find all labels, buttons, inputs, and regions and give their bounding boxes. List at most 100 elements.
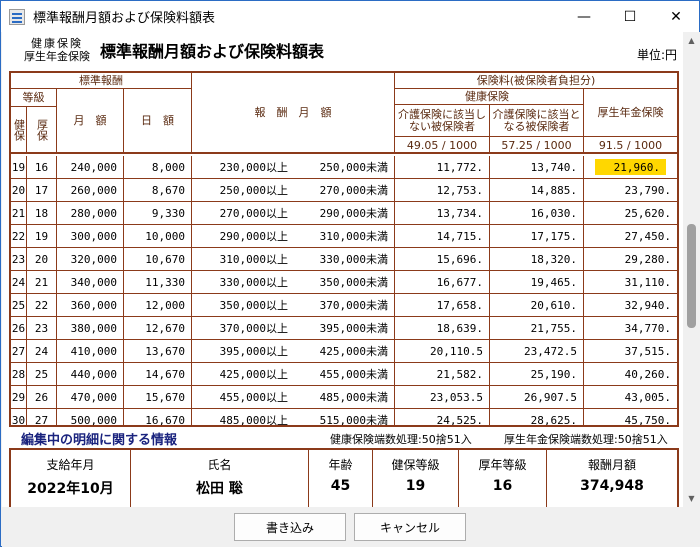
table-row[interactable]: 25 22 360,000 12,000 350,000以上 370,000未満 17,65… bbox=[11, 294, 677, 317]
table-row[interactable]: 19 16 240,000 8,000 230,000以上 250,000未満 11,772… bbox=[11, 156, 677, 179]
cell-ak: 27 bbox=[27, 409, 57, 425]
insurance-type-label: 健康保険 厚生年金保険 bbox=[24, 37, 90, 63]
cell-daily: 12,670 bbox=[124, 317, 192, 339]
cell-kg: 25 bbox=[11, 294, 27, 316]
cell-h2: 26,907.5 bbox=[490, 386, 584, 408]
scroll-down-icon[interactable]: ▼ bbox=[683, 490, 700, 507]
cell-remuneration-range: 425,000以上 455,000未満 bbox=[192, 363, 395, 385]
cell-remuneration-range: 370,000以上 395,000未満 bbox=[192, 317, 395, 339]
range-lower: 455,000 bbox=[219, 391, 266, 404]
range-below-label: 未満 bbox=[366, 184, 388, 197]
header-pension-grade-text: 厚保 bbox=[35, 119, 49, 141]
table-row[interactable]: 29 26 470,000 15,670 455,000以上 485,000未満 23,05… bbox=[11, 386, 677, 409]
range-below-label: 未満 bbox=[366, 368, 388, 381]
range-upper: 455,000 bbox=[319, 368, 366, 381]
cell-kg: 26 bbox=[11, 317, 27, 339]
close-icon[interactable]: ✕ bbox=[653, 1, 699, 32]
title-bar[interactable]: 標準報酬月額および保険料額表 — ☐ ✕ bbox=[1, 1, 699, 32]
table-row[interactable]: 20 17 260,000 8,670 250,000以上 270,000未満 12,753… bbox=[11, 179, 677, 202]
cell-daily: 9,330 bbox=[124, 202, 192, 224]
table-row[interactable]: 26 23 380,000 12,670 370,000以上 395,000未満 18,63… bbox=[11, 317, 677, 340]
table-row[interactable]: 27 24 410,000 13,670 395,000以上 425,000未満 20,11… bbox=[11, 340, 677, 363]
range-below-label: 未満 bbox=[366, 207, 388, 220]
cell-p: 29,280. bbox=[624, 252, 671, 266]
cell-monthly: 340,000 bbox=[57, 271, 124, 293]
rate-health-1: 49.05 / 1000 bbox=[395, 137, 490, 154]
cell-h1: 17,658. bbox=[395, 294, 490, 316]
rate-pension: 91.5 / 1000 bbox=[598, 138, 663, 152]
range-above-label: 以上 bbox=[266, 299, 288, 312]
scroll-thumb[interactable] bbox=[687, 224, 696, 328]
cell-p: 31,110. bbox=[624, 275, 671, 289]
cell-h2: 13,740. bbox=[490, 156, 584, 178]
table-row[interactable]: 21 18 280,000 9,330 270,000以上 290,000未満 13,734… bbox=[11, 202, 677, 225]
cell-h1: 15,696. bbox=[395, 248, 490, 270]
cell-h1: 18,639. bbox=[395, 317, 490, 339]
range-lower-group: 425,000以上 bbox=[220, 366, 288, 382]
pension-rounding-rule: 厚生年金保険端数処理:50捨51入 bbox=[504, 433, 668, 446]
range-below-label: 未満 bbox=[366, 161, 388, 174]
range-upper: 270,000 bbox=[319, 184, 366, 197]
cell-remuneration-range: 330,000以上 350,000未満 bbox=[192, 271, 395, 293]
vertical-scrollbar[interactable]: ▲ ▼ bbox=[683, 32, 700, 507]
cell-ak: 16 bbox=[27, 156, 57, 178]
range-lower-group: 370,000以上 bbox=[220, 320, 288, 336]
range-below-label: 未満 bbox=[366, 253, 388, 266]
table-row[interactable]: 24 21 340,000 11,330 330,000以上 350,000未満 16,67… bbox=[11, 271, 677, 294]
range-lower: 395,000 bbox=[219, 345, 266, 358]
range-upper: 515,000 bbox=[319, 414, 366, 427]
range-below-label: 未満 bbox=[366, 299, 388, 312]
cell-daily: 8,000 bbox=[124, 156, 192, 178]
cell-kg: 19 bbox=[11, 156, 27, 178]
cell-remuneration-range: 250,000以上 270,000未満 bbox=[192, 179, 395, 201]
cell-h1: 20,110.5 bbox=[395, 340, 490, 362]
range-lower: 425,000 bbox=[219, 368, 266, 381]
range-lower-group: 290,000以上 bbox=[220, 228, 288, 244]
range-lower: 370,000 bbox=[219, 322, 266, 335]
cancel-button[interactable]: キャンセル bbox=[354, 513, 466, 541]
range-upper: 350,000 bbox=[319, 276, 366, 289]
range-upper: 330,000 bbox=[319, 253, 366, 266]
table-row[interactable]: 23 20 320,000 10,670 310,000以上 330,000未満 15,69… bbox=[11, 248, 677, 271]
range-lower-group: 485,000以上 bbox=[219, 412, 288, 427]
age-value: 45 bbox=[330, 478, 351, 494]
scroll-up-icon[interactable]: ▲ bbox=[683, 32, 700, 49]
cell-remuneration-range: 270,000以上 290,000未満 bbox=[192, 202, 395, 224]
cell-monthly: 300,000 bbox=[57, 225, 124, 247]
range-lower-group: 310,000以上 bbox=[220, 251, 288, 267]
cell-p: 32,940. bbox=[624, 298, 671, 312]
cell-kg: 29 bbox=[11, 386, 27, 408]
health-grade-label: 健保等級 bbox=[391, 458, 440, 472]
cell-monthly: 500,000 bbox=[57, 409, 124, 425]
range-above-label: 以上 bbox=[266, 230, 288, 243]
range-above-label: 以上 bbox=[266, 161, 288, 174]
cell-h2: 18,320. bbox=[490, 248, 584, 270]
range-upper-group: 350,000未満 bbox=[320, 274, 388, 290]
range-below-label: 未満 bbox=[366, 391, 388, 404]
cell-h1: 11,772. bbox=[395, 156, 490, 178]
minimize-icon[interactable]: — bbox=[561, 1, 607, 32]
range-lower-group: 350,000以上 bbox=[220, 297, 288, 313]
maximize-icon[interactable]: ☐ bbox=[607, 1, 653, 32]
cell-daily: 16,670 bbox=[124, 409, 192, 425]
cell-monthly: 470,000 bbox=[57, 386, 124, 408]
table-row[interactable]: 30 27 500,000 16,670 485,000以上 515,000未満 24,52… bbox=[11, 409, 677, 427]
header-health-grade-text: 健保 bbox=[12, 119, 26, 141]
cell-monthly: 320,000 bbox=[57, 248, 124, 270]
cell-kg: 20 bbox=[11, 179, 27, 201]
range-lower-group: 250,000以上 bbox=[220, 182, 288, 198]
cell-h2: 20,610. bbox=[490, 294, 584, 316]
range-lower: 485,000 bbox=[219, 414, 266, 427]
cell-p: 34,770. bbox=[624, 321, 671, 335]
cell-kg: 23 bbox=[11, 248, 27, 270]
remuneration-value: 374,948 bbox=[580, 478, 644, 494]
cell-monthly: 260,000 bbox=[57, 179, 124, 201]
cell-daily: 10,000 bbox=[124, 225, 192, 247]
write-button[interactable]: 書き込み bbox=[234, 513, 346, 541]
cell-ak: 18 bbox=[27, 202, 57, 224]
cell-remuneration-range: 395,000以上 425,000未満 bbox=[192, 340, 395, 362]
header-pension: 厚生年金保険 bbox=[584, 89, 677, 137]
table-row[interactable]: 28 25 440,000 14,670 425,000以上 455,000未満 21,58… bbox=[11, 363, 677, 386]
table-row[interactable]: 22 19 300,000 10,000 290,000以上 310,000未満 14,71… bbox=[11, 225, 677, 248]
header-health-grade: 健保 bbox=[11, 107, 27, 154]
